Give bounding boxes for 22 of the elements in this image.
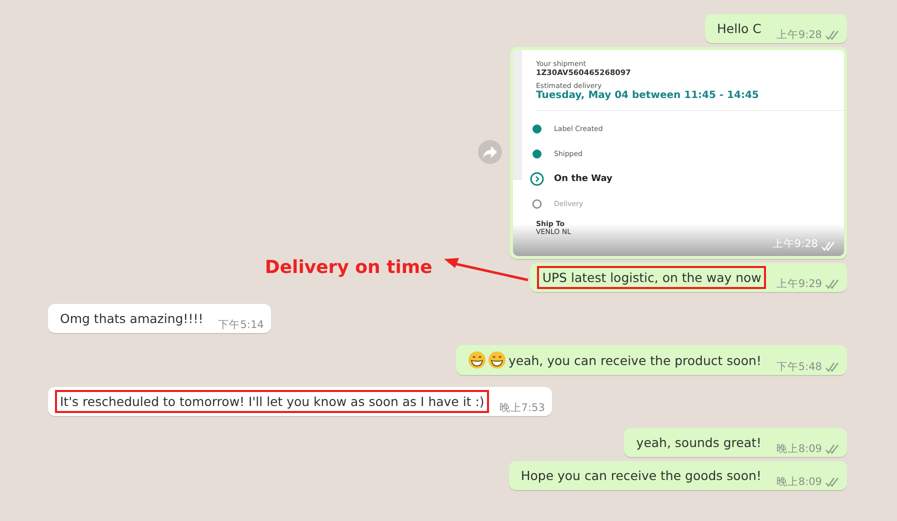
- message-time: 晚上7:53: [499, 401, 545, 415]
- message-text: yeah, you can receive the product soon!: [463, 348, 766, 372]
- message-text: Hope you can receive the goods soon!: [520, 467, 762, 485]
- grinning-face-icon: [488, 351, 506, 369]
- message-text: Hello C: [716, 20, 762, 38]
- grinning-face-icon: [468, 351, 486, 369]
- message-time: 下午5:14: [218, 318, 264, 332]
- message-time: 下午5:48: [776, 360, 822, 374]
- message-text: Omg thats amazing!!!!: [59, 310, 204, 328]
- forward-button[interactable]: [478, 140, 502, 164]
- annotation-text: Delivery on time: [264, 257, 432, 278]
- message-time: 晚上8:09: [776, 442, 822, 456]
- forward-arrow-icon: [483, 146, 497, 158]
- message-text: UPS latest logistic, on the way now: [537, 266, 766, 289]
- step-label: On the Way: [554, 174, 612, 184]
- message-time: 上午9:29: [776, 277, 822, 291]
- message-text: yeah, sounds great!: [635, 434, 762, 452]
- estimated-delivery: Tuesday, May 04 between 11:45 - 14:45: [536, 90, 760, 101]
- message-time: 晚上8:09: [776, 475, 822, 489]
- message-text: It's rescheduled to tomorrow! I'll let you know as soon as I have it :): [55, 390, 490, 413]
- message-time: 上午9:28: [776, 28, 822, 42]
- message-time: 上午9:28: [772, 237, 818, 251]
